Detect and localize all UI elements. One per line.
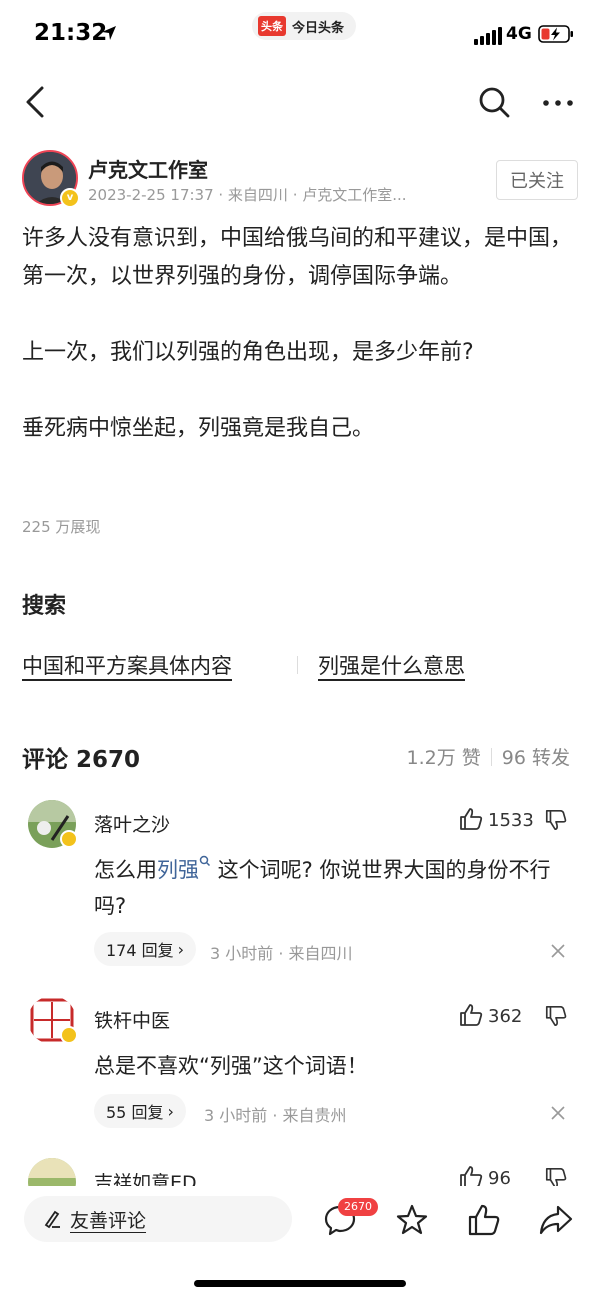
thumbs-up-icon[interactable] (466, 1202, 502, 1238)
thumbs-up-icon[interactable] (458, 1164, 484, 1186)
comment-text: 怎么用列强 这个词呢? 你说世界大国的身份不行吗? (94, 852, 574, 924)
close-icon[interactable] (550, 943, 566, 959)
comment-count-badge: 2670 (338, 1198, 378, 1216)
thumbs-up-icon[interactable] (458, 806, 484, 832)
like-count: 96 (488, 1168, 511, 1186)
comment-input-label: 友善评论 (70, 1209, 147, 1232)
author-name[interactable]: 卢克文工作室 (88, 154, 208, 183)
keyword-link[interactable]: 列强 (157, 858, 199, 882)
share-total: 96 转发 (501, 747, 570, 769)
comment-item: 铁杆中医 362 总是不喜欢“列强”这个词语！ 55 回复 › 3 小时前 · … (0, 996, 600, 1136)
thumbs-up-icon[interactable] (458, 1002, 484, 1028)
close-icon[interactable] (550, 1105, 566, 1121)
article-paragraph: 上一次，我们以列强的角色出现，是多少年前? (22, 340, 474, 365)
search-icon[interactable] (476, 84, 512, 120)
status-time: 21:32 (34, 20, 108, 46)
back-arrow-icon[interactable] (20, 84, 50, 120)
comment-input[interactable]: 友善评论 (24, 1196, 292, 1242)
commenter-name[interactable]: 铁杆中医 (94, 1006, 170, 1033)
comment-text: 总是不喜欢“列强”这个词语！ (94, 1054, 368, 1078)
search-suggestion[interactable]: 列强是什么意思 (318, 650, 465, 680)
search-icon (199, 855, 211, 867)
comment-time: 3 小时前 · 来自贵州 (204, 1106, 347, 1125)
status-bar: 21:32 头条 今日头条 4G (0, 0, 600, 70)
share-icon[interactable] (538, 1202, 574, 1238)
signal-icon (474, 27, 502, 45)
commenter-name[interactable]: 吉祥如意ED (94, 1168, 197, 1186)
article-paragraph: 垂死病中惊坐起，列强竟是我自己。 (22, 416, 375, 441)
location-arrow-icon (102, 26, 116, 40)
follow-button[interactable]: 已关注 (496, 160, 578, 200)
article-paragraph: 许多人没有意识到，中国给俄乌间的和平建议，是中国，第一次，以世界列强的身份，调停… (22, 226, 573, 289)
commenter-avatar[interactable] (28, 1158, 76, 1186)
comment-item: 吉祥如意ED 96 (0, 1158, 600, 1186)
author-meta: 2023-2-25 17:37 · 来自四川 · 卢克文工作室... (88, 186, 407, 204)
like-count: 1533 (488, 810, 534, 831)
search-suggestion[interactable]: 中国和平方案具体内容 (22, 650, 232, 680)
verified-badge-icon (60, 830, 78, 848)
app-source-badge[interactable]: 头条 今日头条 (252, 12, 357, 40)
like-count: 362 (488, 1006, 523, 1027)
commenter-name[interactable]: 落叶之沙 (94, 810, 170, 837)
comment-item: 落叶之沙 1533 怎么用列强 这个词呢? 你说世界大国的身份不行吗? 174 … (0, 800, 600, 970)
comment-time: 3 小时前 · 来自四川 (210, 944, 353, 963)
verified-badge-icon: v (60, 188, 80, 208)
thumbs-down-icon[interactable] (544, 808, 568, 832)
top-nav (0, 76, 600, 128)
home-indicator (194, 1280, 406, 1287)
battery-icon (538, 25, 573, 43)
chevron-right-icon: › (167, 1101, 174, 1121)
comments-title: 评论 2670 (22, 747, 141, 773)
verified-badge-icon (60, 1026, 78, 1044)
author-header: v 卢克文工作室 2023-2-25 17:37 · 来自四川 · 卢克文工作室… (22, 150, 578, 210)
star-icon[interactable] (394, 1202, 430, 1238)
chevron-right-icon: › (177, 939, 185, 959)
network-type: 4G (506, 24, 532, 44)
toutiao-logo: 头条 (258, 16, 286, 36)
reply-count-button[interactable]: 55 回复 › (94, 1094, 186, 1128)
reply-count-button[interactable]: 174 回复 › (94, 932, 197, 966)
more-icon[interactable] (540, 88, 576, 118)
article-body: 许多人没有意识到，中国给俄乌间的和平建议，是中国，第一次，以世界列强的身份，调停… (22, 220, 578, 448)
like-total: 1.2万 赞 (406, 747, 481, 769)
pen-icon (44, 1210, 60, 1229)
app-name: 今日头条 (292, 20, 345, 36)
engagement-stats: 1.2万 赞 96 转发 (407, 743, 570, 770)
thumbs-down-icon[interactable] (544, 1166, 568, 1186)
search-section-title: 搜索 (22, 594, 67, 619)
view-count: 225 万展现 (22, 518, 101, 536)
divider (297, 656, 298, 674)
thumbs-down-icon[interactable] (544, 1004, 568, 1028)
bottom-action-bar: 友善评论 2670 (0, 1186, 600, 1299)
